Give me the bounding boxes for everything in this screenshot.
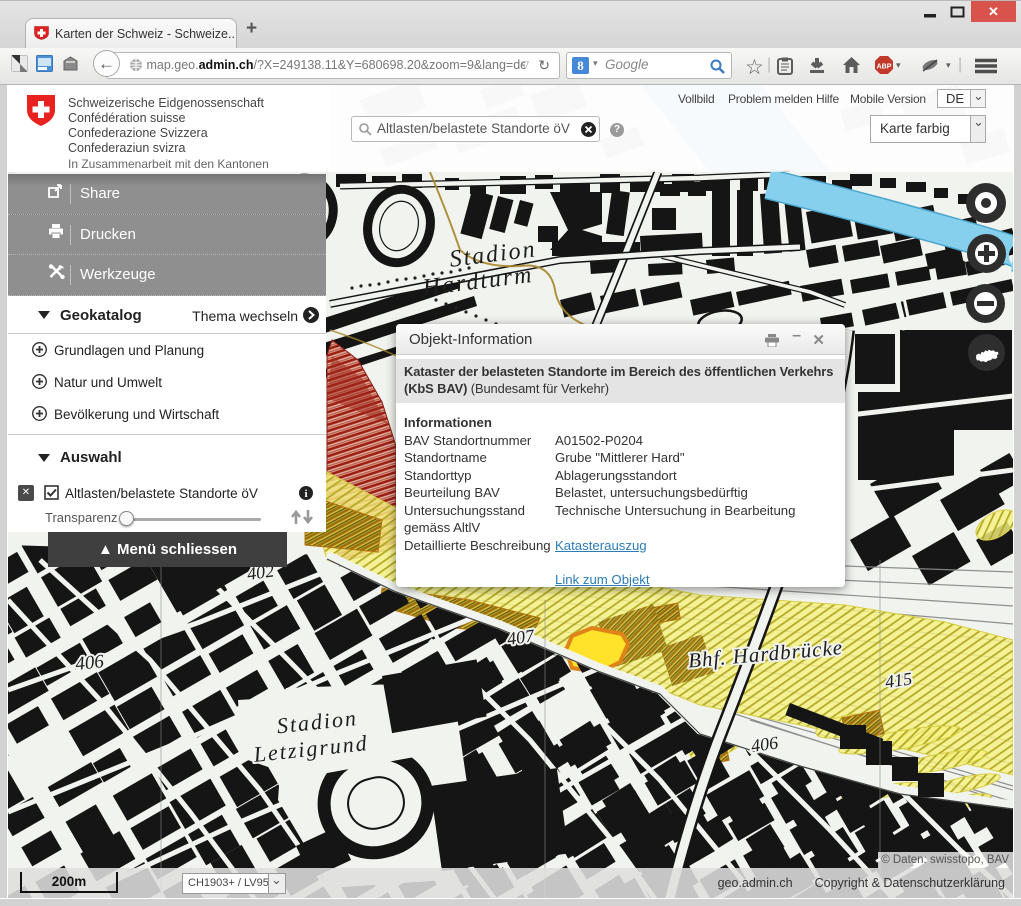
svg-text:8: 8 (577, 58, 584, 73)
svg-text:415: 415 (884, 668, 914, 692)
svg-text:i: i (304, 488, 307, 500)
svg-text:406: 406 (74, 651, 105, 675)
svg-text:407: 407 (506, 625, 537, 649)
svg-text:ABP: ABP (877, 64, 892, 71)
svg-text:406: 406 (750, 732, 780, 756)
